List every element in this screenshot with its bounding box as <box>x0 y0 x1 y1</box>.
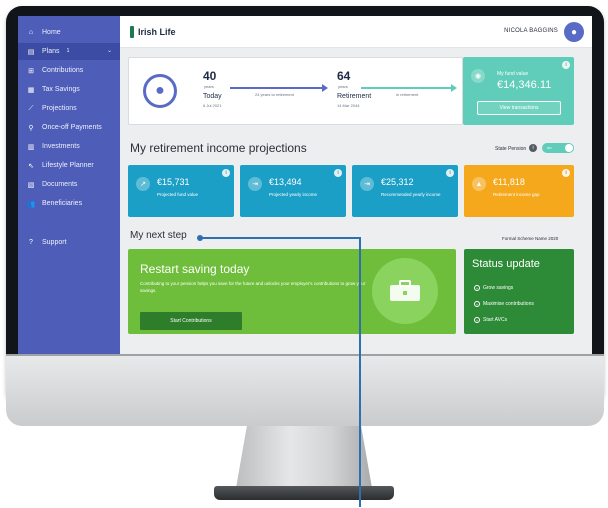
fund-value-card: ◉ My fund value €14,346.11 View transact… <box>463 57 574 125</box>
monitor-foot <box>214 486 394 500</box>
status-update-card: Status update + Grow savings + Maximise … <box>464 249 574 334</box>
card-label: Recommended yearly income <box>381 192 441 197</box>
income-icon: ⇥ <box>360 177 374 191</box>
fund-icon: ◉ <box>471 69 485 83</box>
today-date: 6 Jul 2021 <box>203 103 222 108</box>
warning-icon: ▲ <box>472 177 486 191</box>
recommended-yearly-income-card[interactable]: ⇥ €25,312 Recommended yearly income i <box>352 165 458 217</box>
monitor-divider <box>6 354 604 356</box>
card-label: Projected yearly income <box>269 192 318 197</box>
card-label: Projected fund value <box>157 192 199 197</box>
retirement-age-unit: years <box>338 84 348 89</box>
callout-line-vertical <box>359 237 361 507</box>
retirement-date: 14 Mar 2044 <box>337 103 360 108</box>
years-to-retirement: 24 years to retirement <box>255 92 294 97</box>
monitor-stand <box>236 426 372 488</box>
restart-saving-body: Contributing to your pension helps you s… <box>140 281 366 293</box>
restart-saving-card: Restart saving today Contributing to you… <box>128 249 456 334</box>
profile-avatar-icon: ● <box>143 74 177 108</box>
view-transactions-button[interactable]: View transactions <box>477 101 561 115</box>
status-update-heading: Status update <box>472 258 540 270</box>
status-item-maximise-contributions[interactable]: + Maximise contributions <box>474 301 534 307</box>
in-retirement-text: in retirement <box>396 92 419 97</box>
main-content: ● 40 years Today 6 Jul 2021 24 years to … <box>18 16 592 354</box>
card-label: Retirement income gap <box>493 192 540 197</box>
info-icon[interactable]: i <box>562 169 570 177</box>
state-pension-toggle[interactable]: on <box>542 143 574 153</box>
card-value: €25,312 <box>381 177 414 187</box>
state-pension-info-icon[interactable]: i <box>529 144 537 152</box>
plus-circle-icon: + <box>474 317 480 323</box>
current-age: 40 <box>203 69 217 83</box>
arrow-head-icon <box>451 84 457 92</box>
scheme-name: Formal Scheme Name 2020 <box>502 236 559 241</box>
card-value: €11,818 <box>493 177 525 187</box>
projected-fund-value-card[interactable]: ↗ €15,731 Projected fund value i <box>128 165 234 217</box>
today-label: Today <box>203 93 222 100</box>
retirement-income-gap-card[interactable]: ▲ €11,818 Retirement income gap i <box>464 165 574 217</box>
fund-value-label: My fund value <box>497 71 529 77</box>
status-item-start-avcs[interactable]: + Start AVCs <box>474 317 507 323</box>
start-contributions-button[interactable]: Start Contributions <box>140 312 242 330</box>
status-item-label: Grow savings <box>483 285 514 291</box>
info-icon[interactable]: i <box>562 61 570 69</box>
info-icon[interactable]: i <box>446 169 454 177</box>
timeline-arrow-to-retirement <box>230 87 324 89</box>
state-pension-label: State Pension <box>495 146 527 152</box>
info-icon[interactable]: i <box>222 169 230 177</box>
card-value: €15,731 <box>157 177 190 187</box>
projected-yearly-income-card[interactable]: ⇥ €13,494 Projected yearly income i <box>240 165 346 217</box>
toggle-knob <box>565 144 573 152</box>
card-value: €13,494 <box>269 177 302 187</box>
next-step-title: My next step <box>130 230 187 241</box>
projections-title: My retirement income projections <box>130 141 307 155</box>
callout-line-horizontal <box>200 237 360 239</box>
trend-icon: ↗ <box>136 177 150 191</box>
status-item-grow-savings[interactable]: + Grow savings <box>474 285 513 291</box>
timeline-arrow-in-retirement <box>361 87 453 89</box>
current-age-unit: years <box>204 84 214 89</box>
monitor-chin <box>6 354 604 426</box>
restart-saving-heading: Restart saving today <box>140 262 250 276</box>
status-item-label: Maximise contributions <box>483 301 534 307</box>
arrow-head-icon <box>322 84 328 92</box>
retirement-label: Retirement <box>337 93 372 100</box>
income-icon: ⇥ <box>248 177 262 191</box>
briefcase-icon <box>390 280 420 301</box>
retirement-timeline-card: ● 40 years Today 6 Jul 2021 24 years to … <box>128 57 463 125</box>
plus-circle-icon: + <box>474 285 480 291</box>
plus-circle-icon: + <box>474 301 480 307</box>
toggle-state-text: on <box>547 145 552 150</box>
info-icon[interactable]: i <box>334 169 342 177</box>
fund-value: €14,346.11 <box>497 79 552 91</box>
imac-mockup: ⌂ Home ▤ Plans 1 ⌄ ⊞ Contributions ▦ Tax… <box>0 0 608 508</box>
retirement-age: 64 <box>337 69 351 83</box>
status-item-label: Start AVCs <box>483 317 508 323</box>
